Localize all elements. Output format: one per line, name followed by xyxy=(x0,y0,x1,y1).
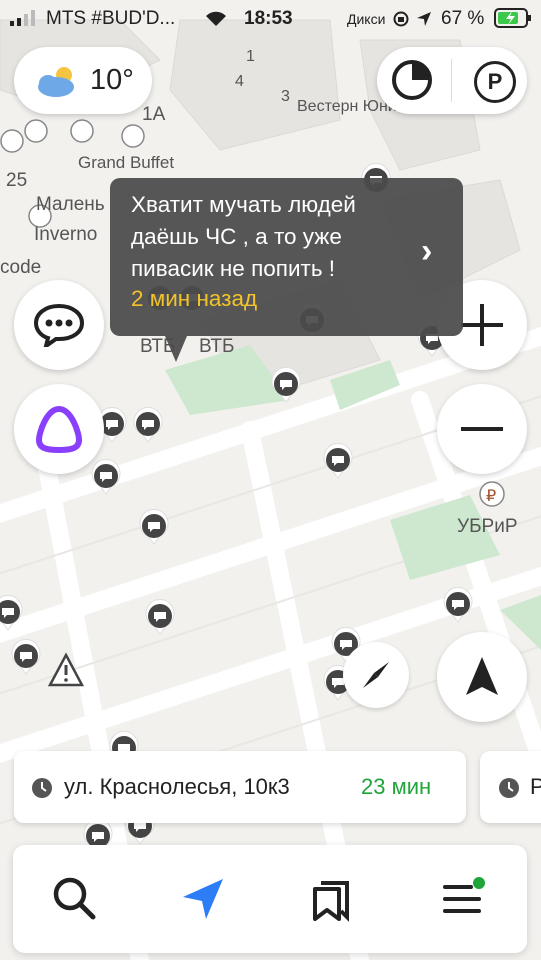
clock-icon-2 xyxy=(498,777,520,804)
bookmarks-icon xyxy=(313,881,349,922)
clock-icon xyxy=(31,777,53,804)
chat-button[interactable] xyxy=(14,280,104,370)
signal-icon xyxy=(10,10,40,32)
alice-icon xyxy=(35,405,83,454)
cloud-sun-icon xyxy=(34,65,84,104)
zoom-out-button[interactable] xyxy=(437,384,527,474)
search-icon xyxy=(53,877,96,920)
map-label-malen[interactable]: Малень xyxy=(36,194,105,216)
location-arrow-icon-large xyxy=(466,657,498,695)
status-bar: MTS #BUD'D... 18:53 Дикси 67 % xyxy=(0,0,541,36)
map-label-vtb-2[interactable]: ВТБ xyxy=(199,336,234,358)
popup-tail xyxy=(165,336,187,362)
weather-widget[interactable]: 10° xyxy=(14,47,152,114)
parking-button[interactable]: P xyxy=(474,61,516,103)
route-secondary-label: Р xyxy=(530,774,541,799)
map-label-inverno[interactable]: Inverno xyxy=(34,224,97,246)
battery-icon xyxy=(494,8,532,34)
route-card[interactable]: ул. Краснолесья, 10к3 23 мин xyxy=(14,751,466,823)
traffic-icon[interactable] xyxy=(391,59,433,101)
route-duration: 23 мин xyxy=(361,774,432,799)
map-label-25: 25 xyxy=(6,170,28,191)
carrier-label: MTS #BUD'D... xyxy=(46,8,176,29)
map-label-1a: 1А xyxy=(142,104,166,125)
search-button[interactable] xyxy=(49,873,101,925)
my-location-button[interactable] xyxy=(437,632,527,722)
map-layers-pill: P xyxy=(377,47,527,114)
route-address: ул. Краснолесья, 10к3 xyxy=(64,774,290,799)
popup-message-text: Хватит мучать людей даёшь ЧС , а то уже … xyxy=(131,192,356,281)
menu-button[interactable] xyxy=(437,873,489,925)
bookmarks-button[interactable] xyxy=(307,873,359,925)
map-label-ubrir[interactable]: УБРиР xyxy=(457,516,518,538)
compass-button[interactable] xyxy=(343,642,409,708)
navigation-arrow-icon xyxy=(183,879,223,919)
lock-rotation-icon xyxy=(393,11,409,33)
popup-timestamp: 2 мин назад xyxy=(131,286,258,311)
alice-assistant-button[interactable] xyxy=(14,384,104,474)
location-arrow-icon xyxy=(416,11,432,33)
navigator-button[interactable] xyxy=(177,873,229,925)
svg-text:₽: ₽ xyxy=(486,488,496,505)
clock: 18:53 xyxy=(244,8,293,29)
chat-bubble-icon xyxy=(34,303,84,347)
map-label-4: 4 xyxy=(235,73,244,90)
temperature-label: 10° xyxy=(90,64,134,96)
chevron-right-icon: › xyxy=(421,232,433,270)
battery-percent: 67 % xyxy=(441,8,485,29)
map-label-1: 1 xyxy=(246,48,255,65)
wifi-icon xyxy=(203,9,229,33)
pill-divider xyxy=(451,59,452,102)
route-card-secondary[interactable]: Р xyxy=(480,751,541,823)
bottom-nav-bar xyxy=(13,845,527,953)
menu-icon xyxy=(443,877,485,913)
parking-label: P xyxy=(487,69,503,94)
chat-message-popup[interactable]: Хватит мучать людей даёшь ЧС , а то уже … xyxy=(110,178,463,336)
map-label-3: 3 xyxy=(281,88,290,105)
plus-icon xyxy=(461,304,503,346)
compass-icon xyxy=(363,662,389,688)
carrier-sub-label: Дикси xyxy=(347,11,386,27)
minus-icon xyxy=(461,427,503,431)
map-label-grand-buffet[interactable]: Grand Buffet xyxy=(78,153,174,173)
map-label-code[interactable]: code xyxy=(0,257,41,279)
